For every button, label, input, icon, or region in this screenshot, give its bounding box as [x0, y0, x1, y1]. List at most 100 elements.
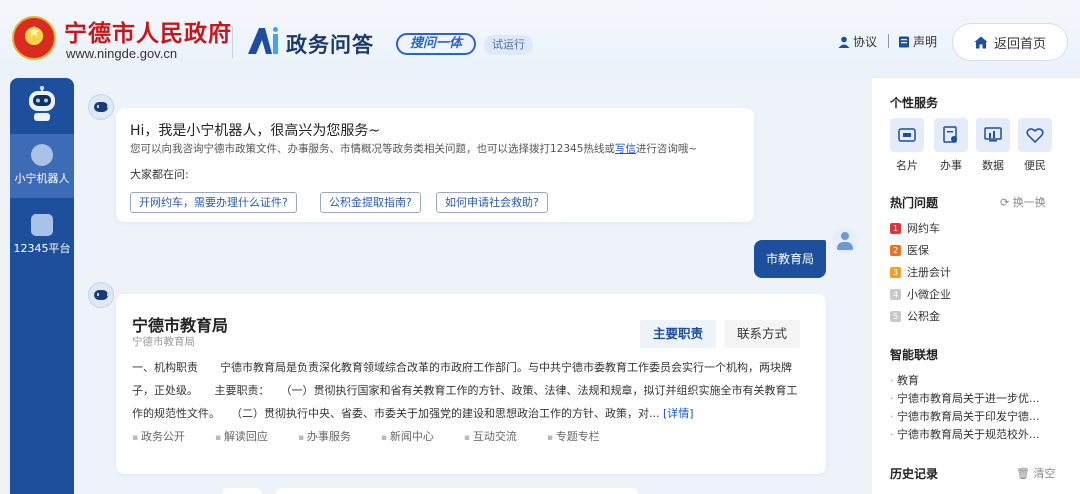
question-chip[interactable]: 公积金提取指南?	[320, 192, 421, 213]
department-description-text: 一、机构职责 宁德市教育局是负责深化教育领域综合改革的市政府工作部门。与中共宁德…	[132, 361, 798, 420]
question-chip[interactable]: 如何申请社会救助?	[436, 192, 548, 213]
department-description: 一、机构职责 宁德市教育局是负责深化教育领域综合改革的市政府工作部门。与中共宁德…	[132, 356, 808, 425]
greeting-description: 您可以向我咨询宁德市政策文件、办事服务、市情概况等政务类相关问题，也可以选择拨打…	[130, 141, 697, 156]
popular-questions-label: 大家都在问:	[130, 168, 189, 181]
suggestion-item[interactable]: 教育	[890, 372, 919, 388]
national-emblem-icon	[12, 16, 56, 60]
agreement-label: 协议	[853, 35, 878, 49]
clear-history-button[interactable]: 🗑 清空	[1016, 465, 1055, 481]
suggestion-item[interactable]: 宁德市教育局关于规范校外...	[890, 426, 1040, 442]
statement-label: 声明	[913, 35, 938, 49]
trash-icon: 🗑	[1016, 467, 1030, 480]
greeting-desc-text: 您可以向我咨询宁德市政策文件、办事服务、市情概况等政务类相关问题，也可以选择拨打…	[130, 143, 615, 155]
greeting-title: Hi，我是小宁机器人，很高兴为您服务~	[130, 123, 381, 139]
hot-question-item[interactable]: 1 网约车	[890, 220, 940, 236]
hot-question-item[interactable]: 2 医保	[890, 242, 929, 258]
history-title: 历史记录	[890, 467, 939, 481]
department-title: 宁德市教育局	[132, 316, 229, 335]
greeting-desc-tail: 进行咨询哦~	[635, 143, 698, 155]
details-link[interactable]: [详情]	[663, 407, 694, 420]
service-label: 便民	[1024, 159, 1046, 172]
tab-contact[interactable]: 联系方式	[724, 320, 801, 348]
suggestion-item[interactable]: 宁德市教育局关于进一步优...	[890, 390, 1040, 406]
service-label: 数据	[982, 159, 1004, 172]
rank-badge: 4	[890, 288, 901, 300]
site-url[interactable]: www.ningde.gov.cn	[66, 46, 177, 61]
statement-link[interactable]: 声明	[898, 33, 937, 50]
hot-question-label: 注册会计	[907, 266, 951, 279]
home-button[interactable]: 返回首页	[952, 23, 1068, 61]
heart-hand-icon	[1026, 128, 1044, 143]
card-icon	[898, 128, 916, 142]
hot-question-item[interactable]: 5 公积金	[890, 308, 940, 324]
hot-question-label: 公积金	[907, 310, 940, 323]
department-card: 宁德市教育局 宁德市教育局 主要职责 联系方式 一、机构职责 宁德市教育局是负责…	[116, 294, 826, 474]
suggestion-item[interactable]: 宁德市教育局关于印发宁德...	[890, 408, 1040, 424]
personal-services-title: 个性服务	[890, 96, 939, 110]
greeting-bubble: Hi，我是小宁机器人，很高兴为您服务~ 您可以向我咨询宁德市政策文件、办事服务、…	[116, 108, 754, 222]
user-message: 市教育局	[754, 240, 826, 278]
write-letter-link[interactable]: 写信	[615, 143, 636, 155]
robot-logo-icon	[29, 86, 55, 121]
header-link-separator	[888, 34, 889, 48]
agreement-link[interactable]: 协议	[838, 33, 877, 50]
sidebar-item-robot[interactable]: 小宁机器人	[10, 134, 74, 198]
refresh-label: 换一换	[1012, 196, 1046, 209]
service-title: 政务问答	[286, 33, 374, 57]
question-chip[interactable]: 开网约车，需要办理什么证件?	[130, 192, 297, 213]
hot-question-item[interactable]: 4 小微企业	[890, 286, 951, 302]
service-label: 办事	[940, 159, 962, 172]
hot-question-label: 网约车	[907, 222, 940, 235]
service-convenience[interactable]: 便民	[1018, 118, 1052, 173]
ai-logo-icon	[248, 27, 278, 54]
refresh-icon: ⟳	[1000, 196, 1010, 209]
affairs-icon	[943, 126, 957, 143]
partial-bubble	[276, 488, 638, 494]
sidebar-item-12345[interactable]: 12345平台	[10, 204, 74, 268]
smart-suggest-title: 智能联想	[890, 348, 939, 362]
department-links: 政务公开 解读回应 办事服务 新闻中心 互动交流 专题专栏	[132, 428, 600, 444]
rank-badge: 1	[890, 222, 901, 234]
link-gov-affairs[interactable]: 政务公开	[132, 428, 185, 444]
rank-badge: 2	[890, 244, 901, 256]
bot-avatar-icon	[88, 282, 114, 308]
tab-main-duties[interactable]: 主要职责	[640, 320, 717, 348]
refresh-button[interactable]: ⟳ 换一换	[1000, 194, 1046, 210]
hot-questions-title: 热门问题	[890, 196, 939, 210]
slogan-badge: 搜问一体	[396, 33, 477, 55]
link-special-topics[interactable]: 专题专栏	[547, 428, 600, 444]
link-interaction[interactable]: 互动交流	[464, 428, 517, 444]
service-card[interactable]: 名片	[890, 118, 924, 173]
document-icon	[899, 36, 909, 47]
bot-avatar-icon	[88, 94, 114, 120]
right-panel: 个性服务 名片 办事 数据 便民 热门问题 ⟳ 换一换 1 网约车 2 医保 3…	[872, 78, 1080, 494]
data-chart-icon	[984, 127, 1002, 142]
sidebar-item-label: 12345平台	[13, 242, 71, 255]
sidebar-item-label: 小宁机器人	[14, 172, 70, 185]
service-label: 名片	[896, 159, 918, 172]
user-avatar-icon	[832, 228, 858, 254]
rank-badge: 5	[890, 310, 901, 322]
partial-bubble	[222, 488, 262, 494]
beta-badge: 试运行	[484, 35, 533, 55]
home-button-label: 返回首页	[993, 36, 1046, 52]
hot-question-item[interactable]: 3 注册会计	[890, 264, 951, 280]
header-divider	[232, 26, 233, 58]
robot-icon	[31, 144, 53, 166]
header: 宁德市人民政府 www.ningde.gov.cn 政务问答 搜问一体 试运行 …	[0, 0, 1080, 78]
user-icon	[838, 36, 850, 48]
platform-icon	[31, 214, 53, 236]
service-affairs[interactable]: 办事	[934, 118, 968, 173]
home-icon	[974, 36, 988, 48]
link-interpretation[interactable]: 解读回应	[215, 428, 268, 444]
site-name[interactable]: 宁德市人民政府	[64, 14, 232, 48]
link-news[interactable]: 新闻中心	[381, 428, 434, 444]
hot-question-label: 小微企业	[907, 288, 951, 301]
hot-question-label: 医保	[907, 244, 929, 257]
left-sidebar: 小宁机器人 12345平台	[10, 78, 74, 494]
link-services[interactable]: 办事服务	[298, 428, 351, 444]
rank-badge: 3	[890, 266, 901, 278]
department-subtitle: 宁德市教育局	[132, 336, 195, 348]
service-data[interactable]: 数据	[976, 118, 1010, 173]
clear-label: 清空	[1033, 467, 1056, 480]
